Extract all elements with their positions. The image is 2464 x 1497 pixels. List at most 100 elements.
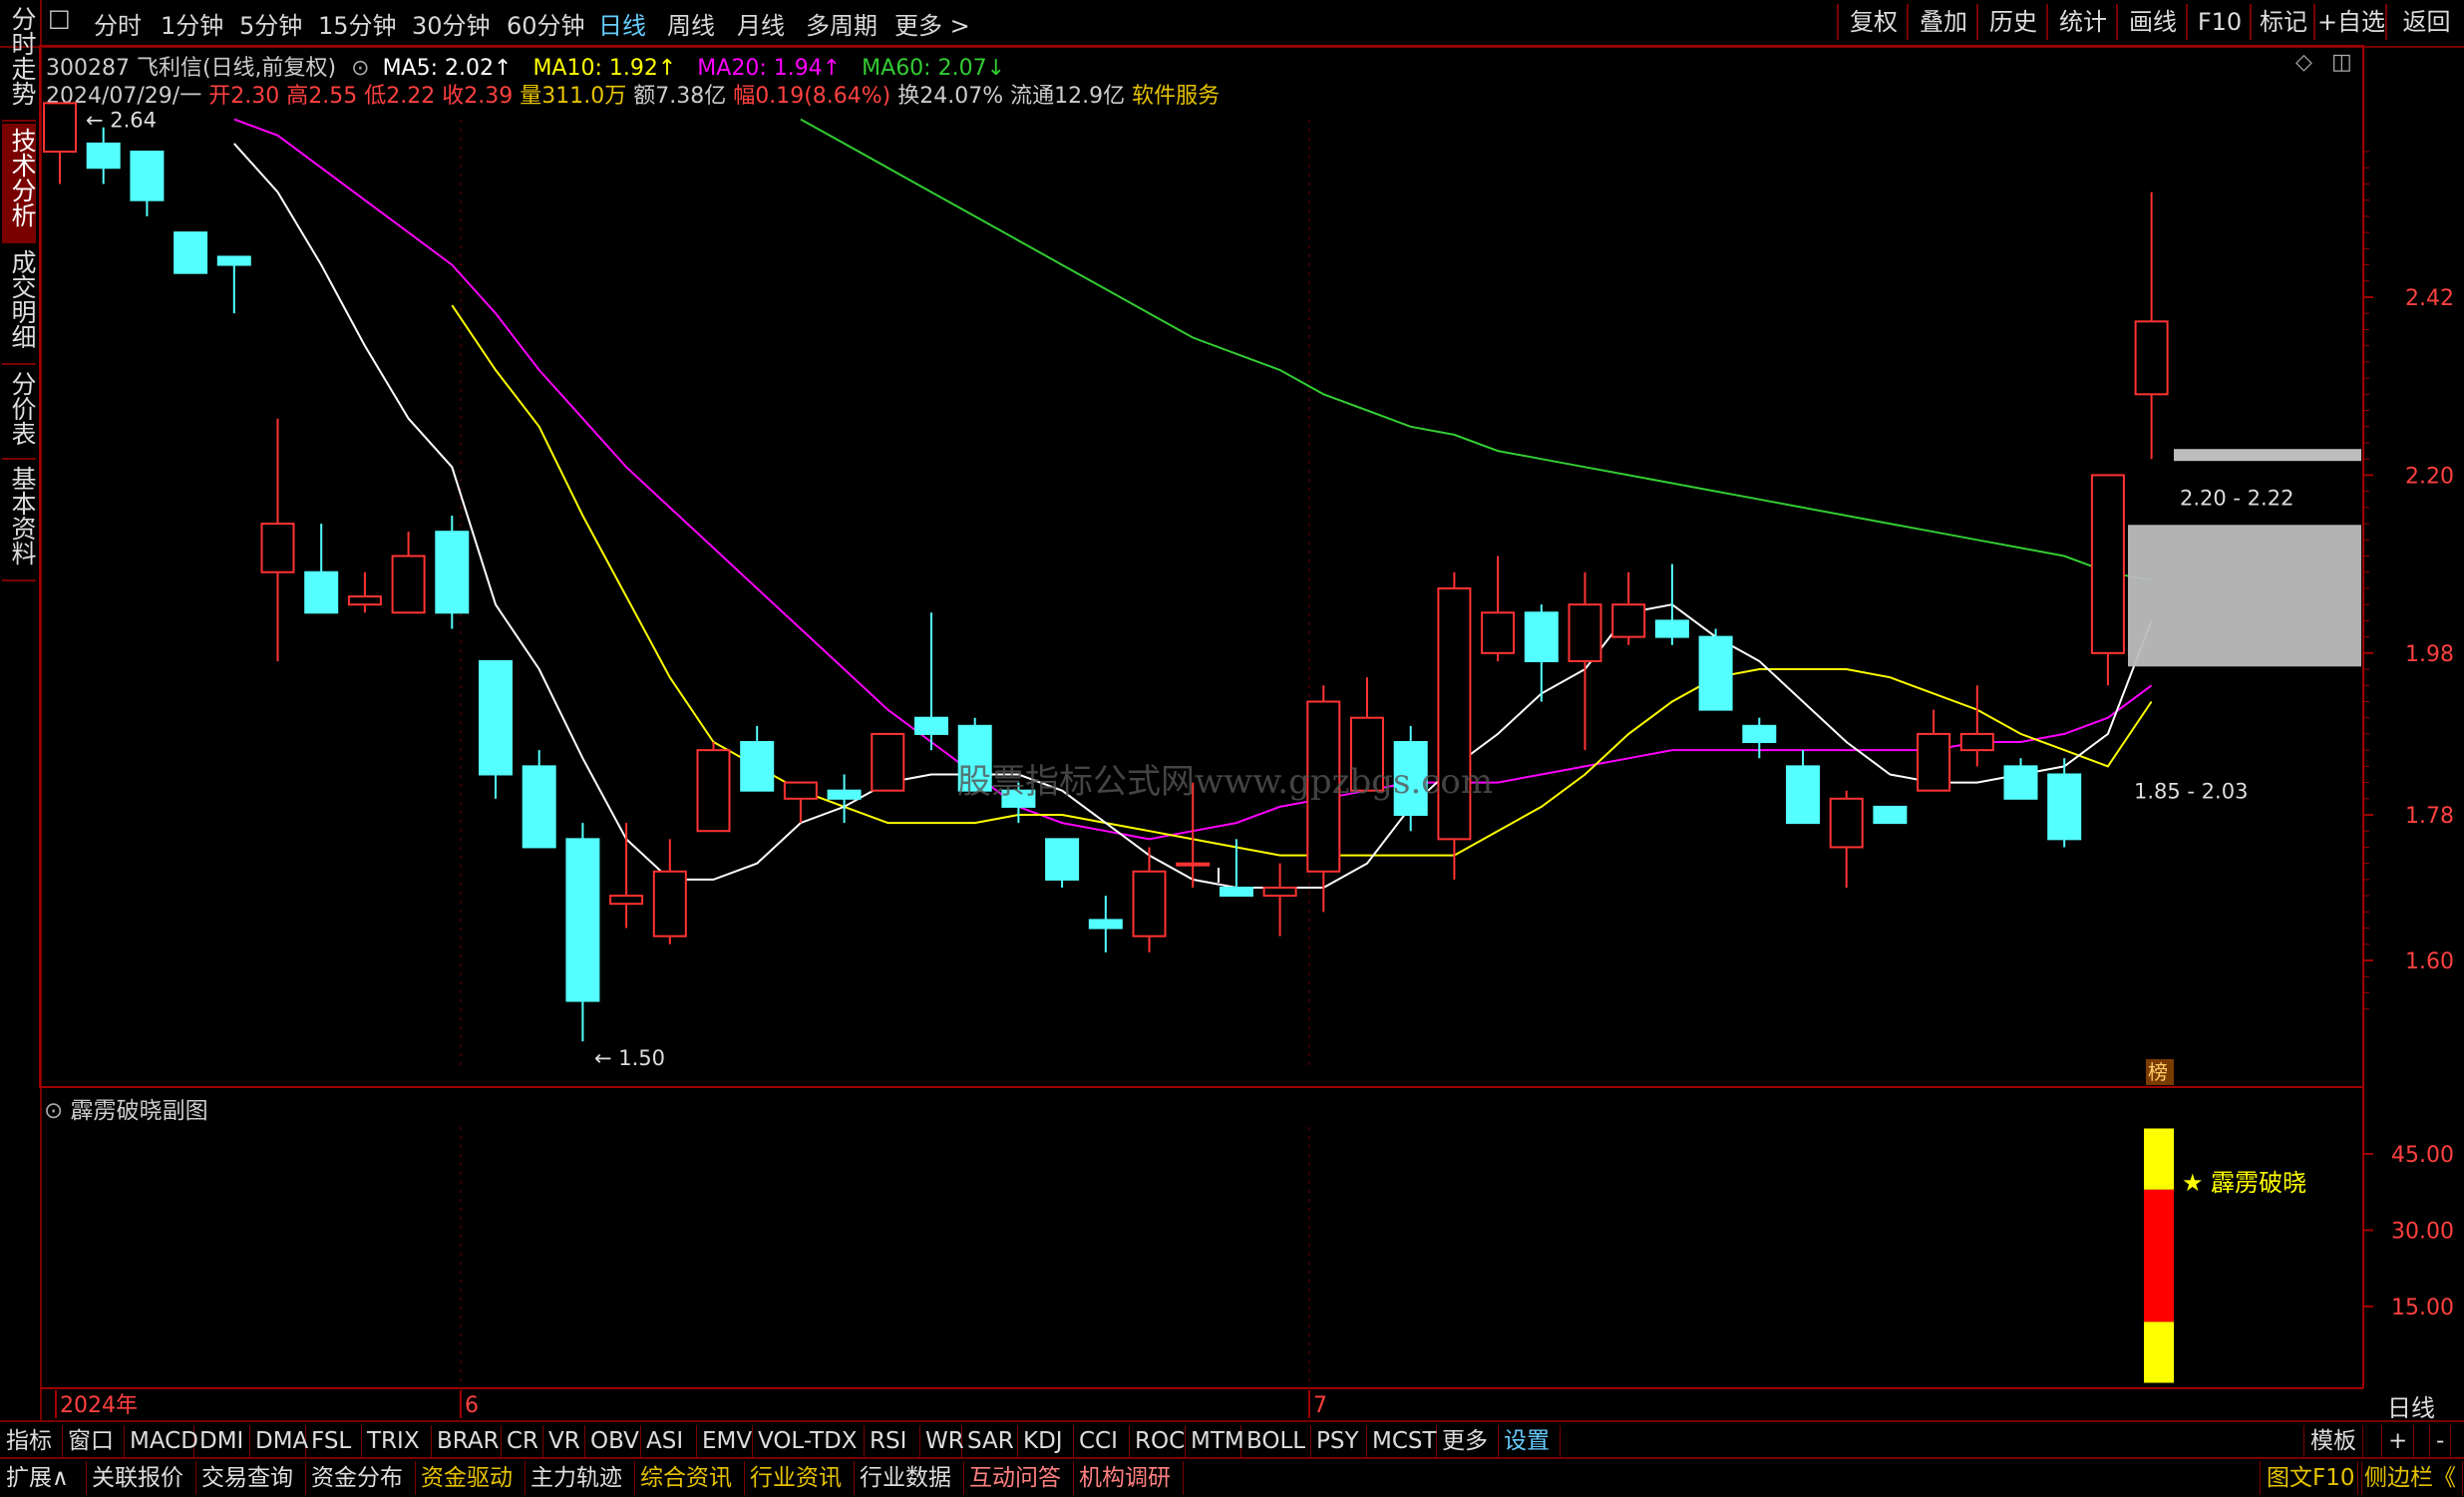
date-label-2: 7 [1313,1393,1327,1418]
candle-body-33 [1481,611,1516,654]
indicator-tab-9[interactable]: VR [542,1425,585,1457]
candle-body-11 [522,765,556,849]
indicator-tab-1[interactable]: 窗口 [62,1425,125,1457]
extension-tab-5[interactable]: 主力轨迹 [525,1461,635,1495]
indicator-tab-17[interactable]: KDJ [1017,1425,1074,1457]
extension-tab-6[interactable]: 综合资讯 [634,1461,745,1495]
extension-tab-4[interactable]: 资金驱动 [415,1461,526,1495]
extension-tab-9[interactable]: 互动问答 [963,1461,1074,1495]
indicator-tab-6[interactable]: TRIX [361,1425,432,1457]
indicator-tab-12[interactable]: EMV [696,1425,753,1457]
candle-body-43 [1917,732,1951,792]
candle-body-3 [174,231,208,274]
candle-body-6 [304,570,339,614]
indicator-tab-5[interactable]: FSL [305,1425,362,1457]
date-label-0: 2024年 [60,1393,138,1418]
price-tick-label-3: 1.78 [2405,804,2454,829]
candle-body-10 [479,659,513,776]
candle-body-48 [2134,320,2169,396]
subchart-menu-icon[interactable]: ⊙ [44,1098,63,1124]
extension-right-0[interactable]: 图文F10 [2260,1461,2362,1495]
indicator-tab-24[interactable]: 更多 [1436,1425,1499,1457]
extension-tab-0[interactable]: 扩展∧ [0,1461,87,1495]
sub-bar-segment-0 [2144,1321,2174,1383]
candle-body-8 [391,555,426,614]
zone-label-upper: 2.20 - 2.22 [2180,486,2293,510]
price-tick-label-2: 1.98 [2405,642,2454,667]
candle-body-42 [1873,805,1908,825]
price-tick-label-0: 2.42 [2405,286,2454,311]
main-chart-grid [39,45,2364,1389]
candle-body-39 [1742,724,1777,744]
indicator-tab-19[interactable]: ROC [1129,1425,1186,1457]
indicator-tab-2[interactable]: MACD [124,1425,198,1457]
candle-body-15 [696,749,731,833]
candle-body-19 [871,732,905,792]
indicator-tab-10[interactable]: OBV [584,1425,641,1457]
price-axis: 2.42 2.20 1.98 1.78 1.60 2024年 6 7 [55,46,2454,1418]
candle-body-26 [1176,862,1211,867]
subchart-legend: ★ 霹雳破晓 [2182,1169,2307,1197]
candle-body-27 [1219,887,1253,898]
candle-body-23 [1045,838,1080,881]
indicator-tab-18[interactable]: CCI [1073,1425,1130,1457]
rank-marker: 榜 [2148,1060,2168,1084]
date-label-1: 6 [465,1393,479,1418]
extension-tab-8[interactable]: 行业数据 [854,1461,964,1495]
candle-body-37 [1654,619,1689,638]
sub-bar-segment-2 [2144,1128,2174,1190]
candle-body-2 [130,151,165,201]
candle-body-9 [435,531,470,614]
high-annotation: ← 2.64 [86,109,157,133]
extension-tab-10[interactable]: 机构调研 [1073,1461,1184,1495]
indicator-tab-25[interactable]: 设置 [1498,1425,1561,1457]
candle-body-25 [1132,870,1167,937]
indicator-tab-11[interactable]: ASI [640,1425,697,1457]
main-plot-frame [39,45,2364,1088]
indicator-tab-3[interactable]: DMI [193,1425,250,1457]
indicator-right-0[interactable]: 模板 [2303,1425,2363,1457]
extension-right-1[interactable]: 侧边栏《 [2357,1461,2463,1495]
extension-tab-1[interactable]: 关联报价 [86,1461,196,1495]
candle-body-18 [827,789,862,800]
candle-body-4 [216,255,251,266]
indicator-tab-13[interactable]: VOL-TDX [752,1425,865,1457]
sub-bar-segment-1 [2144,1189,2174,1322]
indicator-tab-4[interactable]: DMA [249,1425,308,1457]
indicator-tab-23[interactable]: MCST [1366,1425,1437,1457]
subchart-title-row: ⊙ 霹雳破晓副图 [44,1091,208,1125]
low-annotation: ← 1.50 [594,1046,665,1070]
period-label: 日线 [2387,1394,2435,1422]
indicator-tab-7[interactable]: BRAR [431,1425,502,1457]
candle-body-35 [1568,603,1602,662]
candle-body-40 [1786,765,1820,825]
zone-label-lower: 1.85 - 2.03 [2134,779,2248,803]
indicator-tab-21[interactable]: BOLL [1240,1425,1311,1457]
candle-body-13 [609,895,644,906]
indicator-tab-8[interactable]: CR [501,1425,543,1457]
indicator-tab-15[interactable]: WR [919,1425,964,1457]
candle-body-46 [2047,773,2082,841]
indicator-right-2[interactable]: - [2429,1425,2452,1457]
indicator-tab-20[interactable]: MTM [1185,1425,1244,1457]
extension-tab-7[interactable]: 行业资讯 [744,1461,855,1495]
zone-box-lower [2128,525,2361,667]
candle-body-16 [740,741,775,792]
candle-body-28 [1262,887,1297,898]
extension-tab-3[interactable]: 资金分布 [305,1461,416,1495]
candle-body-1 [86,142,121,170]
indicator-tab-0[interactable]: 指标 [0,1425,63,1457]
indicator-tab-14[interactable]: RSI [864,1425,920,1457]
candle-body-14 [652,870,687,937]
candle-body-44 [1959,732,1994,752]
indicator-tab-16[interactable]: SAR [961,1425,1018,1457]
sub-tick-label-2: 15.00 [2391,1296,2454,1320]
candle-body-24 [1088,919,1123,930]
indicator-tab-22[interactable]: PSY [1310,1425,1367,1457]
candle-body-45 [2003,765,2038,800]
candle-body-47 [2090,474,2125,654]
watermark: 股票指标公式网www.gpzbgs.com [957,762,1494,802]
indicator-right-1[interactable]: + [2381,1425,2415,1457]
extension-tab-2[interactable]: 交易查询 [195,1461,306,1495]
candle-body-0 [43,102,77,154]
